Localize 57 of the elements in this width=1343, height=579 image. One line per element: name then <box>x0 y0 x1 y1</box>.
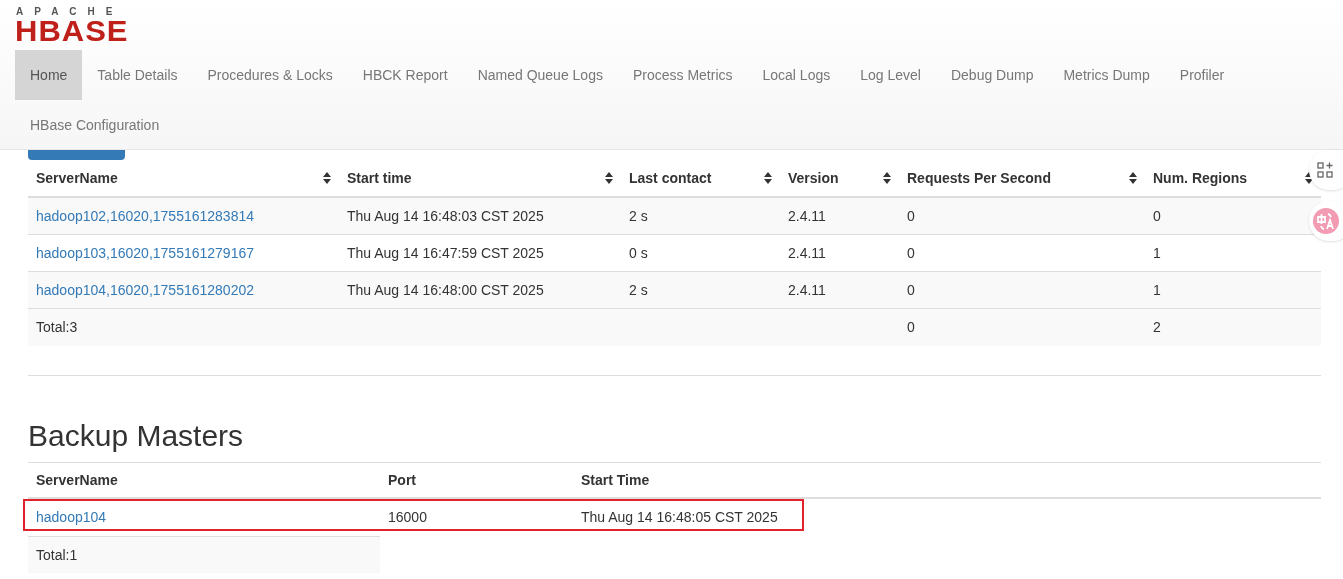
nav-tab[interactable]: HBCK Report <box>347 50 463 100</box>
nav-tab[interactable]: Procedures & Locks <box>192 50 348 100</box>
column-header: Requests Per Second <box>907 168 1051 188</box>
table-cell-text: 16000 <box>388 508 427 527</box>
sort-icon[interactable] <box>605 172 613 184</box>
nav-tab[interactable]: Table Details <box>82 50 193 100</box>
column-header: Port <box>388 470 416 490</box>
nav-tab[interactable]: Metrics Dump <box>1048 50 1165 100</box>
table-cell-text: 2.4.11 <box>788 206 826 226</box>
column-header: Start time <box>347 168 412 188</box>
logo-wordmark: HBASE <box>15 17 129 45</box>
sort-icon[interactable] <box>323 172 331 184</box>
table-cell-text: 2 s <box>629 206 648 226</box>
table-cell-text: 1 <box>1153 280 1161 300</box>
table-cell-text: 1 <box>1153 243 1161 263</box>
column-header: Version <box>788 168 839 188</box>
table-cell-text: 2 <box>1153 318 1161 337</box>
logo-caption: APACHE <box>16 7 124 17</box>
nav-tab[interactable]: Local Logs <box>747 50 846 100</box>
table-cell-text: Thu Aug 14 16:48:00 CST 2025 <box>347 280 544 300</box>
table-cell-text: Thu Aug 14 16:48:05 CST 2025 <box>581 508 778 527</box>
table-cell-text: Thu Aug 14 16:48:03 CST 2025 <box>347 206 544 226</box>
table-cell-text: 2.4.11 <box>788 243 826 263</box>
total-label: Total:1 <box>36 545 78 565</box>
sort-icon[interactable] <box>1129 172 1137 184</box>
sort-icon[interactable] <box>764 172 772 184</box>
nav-tab[interactable]: Process Metrics <box>617 50 748 100</box>
table-cell-text: 0 <box>907 318 915 337</box>
table-cell-text: 0 <box>907 206 915 226</box>
column-header: ServerName <box>36 168 118 188</box>
table-cell-text: 0 <box>907 243 915 263</box>
nav-tab[interactable]: Log Level <box>845 50 936 100</box>
server-link[interactable]: hadoop103,16020,1755161279167 <box>36 242 254 264</box>
total-label: Total:3 <box>36 318 78 337</box>
table-cell-text: 0 <box>907 280 915 300</box>
nav-tab[interactable]: Debug Dump <box>935 50 1049 100</box>
table-cell-text: 2.4.11 <box>788 280 826 300</box>
apps-icon <box>1317 162 1333 178</box>
sort-icon[interactable] <box>883 172 891 184</box>
column-header: Num. Regions <box>1153 168 1248 188</box>
nav-tab[interactable]: HBase Configuration <box>15 100 175 150</box>
column-header: Start Time <box>581 470 650 490</box>
table-cell-text: Thu Aug 14 16:47:59 CST 2025 <box>347 243 544 263</box>
table-cell-text: 2 s <box>629 280 648 300</box>
column-header: Last contact <box>629 168 712 188</box>
table-cell-text: 0 s <box>629 243 648 263</box>
nav-tab[interactable]: Home <box>15 50 83 100</box>
apps-button[interactable] <box>1309 150 1343 190</box>
server-link[interactable]: hadoop104,16020,1755161280202 <box>36 279 254 301</box>
nav-tab[interactable]: Named Queue Logs <box>462 50 618 100</box>
section-heading: Backup Masters <box>28 419 245 452</box>
translate-icon <box>1313 208 1339 234</box>
nav-tab[interactable]: Profiler <box>1164 50 1240 100</box>
column-header: ServerName <box>36 470 118 490</box>
server-link[interactable]: hadoop102,16020,1755161283814 <box>36 205 254 227</box>
table-cell-text: 0 <box>1153 206 1161 226</box>
server-link[interactable]: hadoop104 <box>36 507 107 528</box>
